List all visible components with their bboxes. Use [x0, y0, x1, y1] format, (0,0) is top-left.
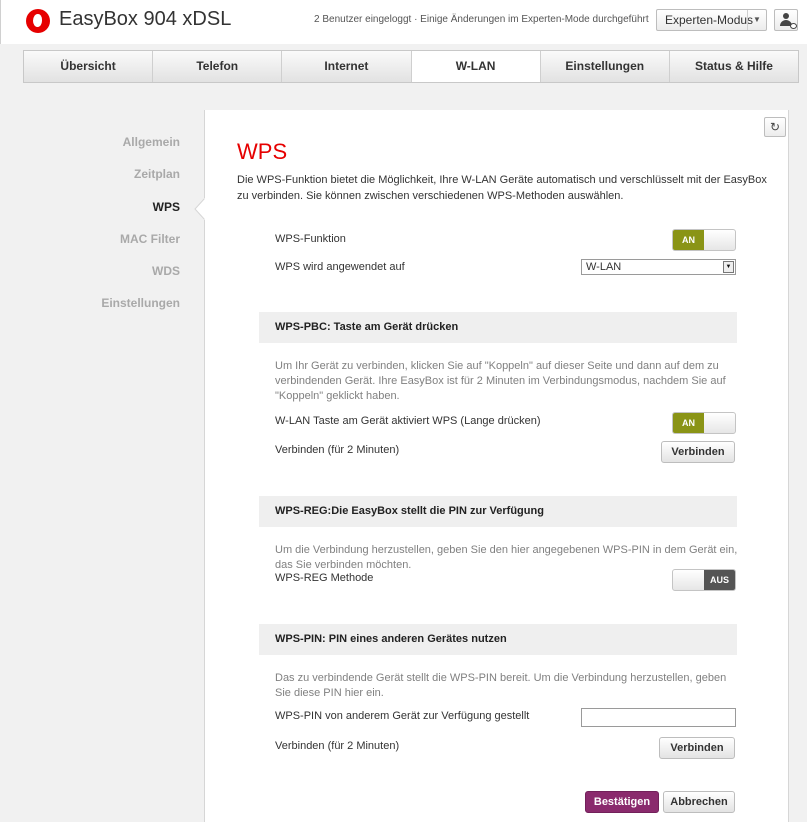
- mode-select-value: Experten-Modus: [665, 13, 754, 27]
- pbc-section-heading: WPS-PBC: Taste am Gerät drücken: [259, 312, 737, 343]
- sidebar: Allgemein Zeitplan WPS MAC Filter WDS Ei…: [23, 84, 204, 822]
- reg-method-label: WPS-REG Methode: [275, 572, 374, 584]
- cancel-button[interactable]: Abbrechen: [663, 791, 735, 813]
- toggle-on-label: AN: [673, 230, 704, 250]
- sidebar-item-allgemein[interactable]: Allgemein: [123, 135, 180, 149]
- wps-applies-label: WPS wird angewendet auf: [275, 261, 405, 273]
- pin-description: Das zu verbindende Gerät stellt die WPS-…: [275, 672, 727, 699]
- tab-status-hilfe[interactable]: Status & Hilfe: [670, 51, 798, 82]
- page-intro: Die WPS-Funktion bietet die Möglichkeit,…: [237, 174, 767, 202]
- sidebar-item-wds[interactable]: WDS: [152, 264, 180, 278]
- chevron-down-icon: ▼: [723, 261, 734, 273]
- tab-internet[interactable]: Internet: [282, 51, 412, 82]
- sidebar-item-mac-filter[interactable]: MAC Filter: [120, 232, 180, 246]
- wps-applies-value: W-LAN: [586, 261, 622, 273]
- reg-method-toggle[interactable]: AUS: [672, 569, 736, 591]
- refresh-icon: ↻: [769, 120, 781, 134]
- user-button[interactable]: [774, 9, 798, 31]
- toggle-on-label: AN: [673, 413, 704, 433]
- wps-pin-input[interactable]: [581, 708, 736, 727]
- sidebar-item-einstellungen[interactable]: Einstellungen: [101, 296, 180, 310]
- page-title: WPS: [237, 139, 288, 164]
- tab-telefon[interactable]: Telefon: [153, 51, 283, 82]
- confirm-button[interactable]: Bestätigen: [585, 791, 659, 813]
- vodafone-logo: [26, 9, 50, 33]
- pin-input-label: WPS-PIN von anderem Gerät zur Verfügung …: [275, 710, 530, 722]
- tab-uebersicht[interactable]: Übersicht: [24, 51, 154, 82]
- tab-einstellungen[interactable]: Einstellungen: [541, 51, 670, 82]
- pin-section-heading: WPS-PIN: PIN eines anderen Gerätes nutze…: [259, 624, 737, 655]
- reg-section-heading: WPS-REG:Die EasyBox stellt die PIN zur V…: [259, 496, 737, 527]
- sidebar-item-wps[interactable]: WPS: [153, 200, 180, 214]
- mode-select[interactable]: Experten-Modus ▼: [656, 9, 767, 31]
- pin-connect-label: Verbinden (für 2 Minuten): [275, 740, 400, 752]
- toggle-off-label: AUS: [704, 570, 735, 590]
- refresh-button[interactable]: ↻: [764, 117, 786, 137]
- pbc-connect-label: Verbinden (für 2 Minuten): [275, 444, 400, 456]
- session-info: 2 Benutzer eingeloggt · Einige Änderunge…: [314, 14, 649, 25]
- chevron-down-icon: ▼: [747, 10, 766, 30]
- pbc-button-toggle[interactable]: AN: [672, 412, 736, 434]
- pbc-button-label: W-LAN Taste am Gerät aktiviert WPS (Lang…: [275, 415, 541, 427]
- active-item-pointer: [194, 198, 208, 220]
- pin-connect-button[interactable]: Verbinden: [659, 737, 735, 759]
- top-bar: EasyBox 904 xDSL 2 Benutzer eingeloggt ·…: [0, 0, 807, 44]
- wps-applies-select[interactable]: W-LAN ▼: [581, 259, 736, 275]
- pbc-description: Um Ihr Gerät zu verbinden, klicken Sie a…: [275, 360, 726, 402]
- tab-wlan[interactable]: W-LAN: [411, 51, 541, 82]
- app-title: EasyBox 904 xDSL: [59, 8, 232, 30]
- sidebar-item-zeitplan[interactable]: Zeitplan: [134, 167, 180, 181]
- wps-function-label: WPS-Funktion: [275, 233, 346, 245]
- pbc-connect-button[interactable]: Verbinden: [661, 441, 735, 463]
- main-nav: Übersicht Telefon Internet W-LAN Einstel…: [23, 50, 799, 83]
- wps-function-toggle[interactable]: AN: [672, 229, 736, 251]
